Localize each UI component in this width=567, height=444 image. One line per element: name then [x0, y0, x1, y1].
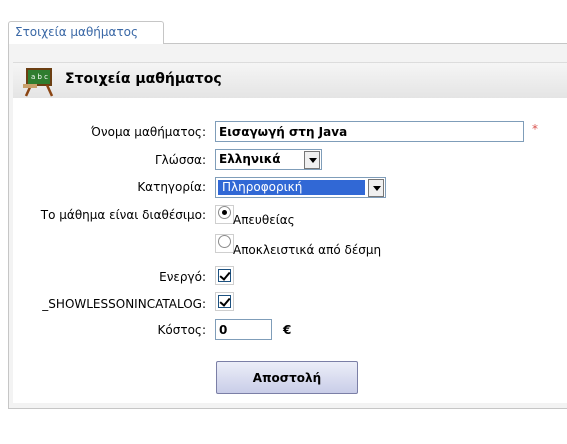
active-checkbox[interactable] [218, 269, 231, 282]
cost-input[interactable]: 0 [215, 319, 272, 340]
availability-direct-radio[interactable] [218, 206, 231, 219]
availability-label: Το μάθημα είναι διαθέσιμο: [40, 208, 206, 222]
category-select[interactable]: Πληροφορική [215, 177, 386, 198]
cost-label: Κόστος: [157, 323, 206, 337]
chevron-down-icon[interactable] [304, 151, 320, 169]
currency-symbol: € [283, 323, 292, 337]
language-label: Γλώσσα: [155, 153, 206, 167]
show-in-catalog-label: _SHOWLESSONINCATALOG: [42, 297, 206, 311]
svg-text:a b c: a b c [31, 73, 48, 81]
chevron-down-icon[interactable] [368, 179, 384, 197]
section-header: a b c Στοιχεία μαθήματος [13, 62, 567, 100]
category-label: Κατηγορία: [137, 180, 206, 194]
tab-course-details[interactable]: Στοιχεία μαθήματος [8, 21, 164, 44]
availability-bundle-label: Αποκλειστικά από δέσμη [233, 243, 382, 257]
required-marker: * [532, 122, 538, 136]
language-value: Ελληνικά [219, 152, 281, 166]
lesson-name-input[interactable]: Εισαγωγή στη Java [215, 121, 524, 142]
category-value: Πληροφορική [222, 180, 303, 194]
availability-direct-label: Απευθείας [233, 213, 295, 227]
submit-button[interactable]: Αποστολή [216, 361, 358, 394]
show-in-catalog-checkbox[interactable] [218, 295, 231, 308]
blackboard-abc-icon: a b c [21, 67, 55, 97]
active-label: Ενεργό: [159, 270, 206, 284]
language-select[interactable]: Ελληνικά [215, 149, 322, 170]
lesson-name-label: Όνομα μαθήματος: [91, 125, 206, 139]
section-title: Στοιχεία μαθήματος [65, 71, 222, 87]
availability-bundle-radio[interactable] [218, 235, 231, 248]
